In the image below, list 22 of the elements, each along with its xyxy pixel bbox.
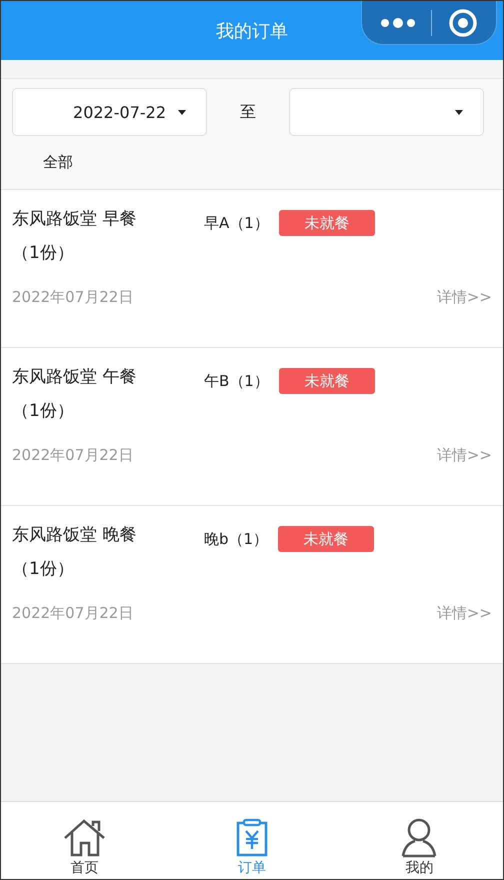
meal-item: 午B（1） <box>204 371 269 392</box>
order-title: 东风路饭堂 晚餐 （1份） <box>12 524 138 581</box>
person-icon <box>400 818 438 858</box>
order-title: 东风路饭堂 早餐 （1份） <box>12 208 138 265</box>
meal-item: 早A（1） <box>204 213 269 234</box>
category-filter[interactable]: 全部 <box>43 153 73 172</box>
order-date: 2022年07月22日 <box>12 288 134 307</box>
tab-item[interactable]: 首页 <box>34 818 135 877</box>
dropdown-icon <box>455 110 463 114</box>
status-badge: 未就餐 <box>278 210 375 236</box>
page-title: 我的订单 <box>216 20 288 42</box>
start-date-picker[interactable]: 2022-07-22 <box>12 88 207 136</box>
order-date: 2022年07月22日 <box>12 604 134 623</box>
more-icon[interactable] <box>380 16 416 28</box>
order-title: 东风路饭堂 午餐 （1份） <box>12 366 138 423</box>
status-badge: 未就餐 <box>278 526 374 552</box>
tab-item[interactable]: 我的 <box>369 818 470 877</box>
meal-item: 晚b（1） <box>204 529 268 550</box>
order-date: 2022年07月22日 <box>12 446 134 465</box>
date-separator: 至 <box>239 102 257 122</box>
dropdown-icon <box>178 110 186 114</box>
status-badge: 未就餐 <box>278 368 375 394</box>
